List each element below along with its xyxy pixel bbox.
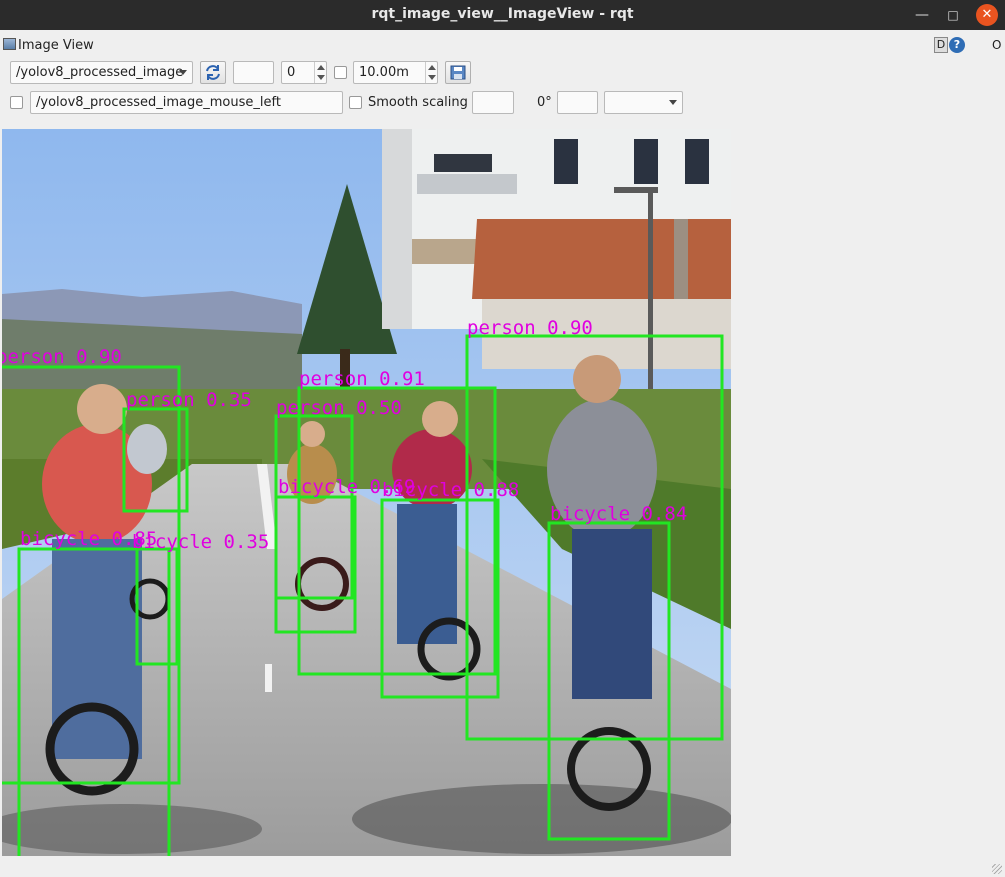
refresh-button[interactable] — [200, 61, 226, 84]
dock-button[interactable]: D — [934, 37, 948, 53]
refresh-icon — [206, 65, 220, 80]
detection-label: bicycle 0.35 — [132, 531, 269, 553]
mouse-topic-text: /yolov8_processed_image_mouse_left — [36, 95, 281, 110]
save-icon — [450, 65, 466, 80]
mouse-publish-checkbox[interactable] — [10, 96, 23, 109]
color-scheme-select[interactable] — [604, 91, 683, 114]
image-canvas[interactable]: person 0.90 person 0.35 person 0.91 pers… — [2, 129, 731, 856]
minimize-icon[interactable]: — — [912, 5, 932, 25]
smooth-scaling-label: Smooth scaling — [368, 95, 468, 110]
rotate-right-button[interactable] — [557, 91, 598, 114]
chevron-down-icon — [179, 70, 187, 75]
detection-label: person 0.91 — [299, 368, 425, 390]
plugin-title: Image View — [18, 38, 94, 53]
close-icon[interactable]: ✕ — [976, 4, 998, 26]
image-view-icon — [3, 38, 16, 50]
topic-select-value: /yolov8_processed_image — [16, 65, 184, 80]
detection-label: bicycle 0.88 — [382, 479, 519, 501]
plugin-header: Image View D ? O — [0, 34, 1005, 56]
detection-label: bicycle 0.84 — [550, 503, 687, 525]
help-icon[interactable]: ? — [949, 37, 965, 53]
value-spinbox[interactable]: 0 — [281, 61, 327, 84]
options-button[interactable]: O — [992, 37, 1001, 53]
rotate-left-button[interactable] — [472, 91, 514, 114]
distance-checkbox[interactable] — [334, 66, 347, 79]
mouse-topic-input[interactable]: /yolov8_processed_image_mouse_left — [30, 91, 343, 114]
value-spinbox-text: 0 — [287, 65, 296, 80]
detection-label: person 0.35 — [126, 389, 252, 411]
distance-spinbox[interactable]: 10.00m — [353, 61, 438, 84]
detection-label: person 0.90 — [467, 317, 593, 339]
maximize-icon[interactable]: □ — [943, 5, 963, 25]
save-image-button[interactable] — [445, 61, 471, 84]
chevron-down-icon — [669, 100, 677, 105]
resize-grip-icon[interactable] — [992, 864, 1002, 874]
window-titlebar: rqt_image_view__ImageView - rqt — □ ✕ — [0, 0, 1005, 30]
spin-arrows-icon[interactable] — [425, 62, 437, 83]
detection-label: person 0.90 — [2, 346, 122, 368]
spin-arrows-icon[interactable] — [314, 62, 326, 83]
camera-image: person 0.90 person 0.35 person 0.91 pers… — [2, 129, 731, 856]
blank-field[interactable] — [233, 61, 274, 84]
smooth-scaling-checkbox[interactable] — [349, 96, 362, 109]
detection-label: person 0.50 — [276, 397, 402, 419]
distance-spinbox-text: 10.00m — [359, 65, 409, 80]
rotation-label: 0° — [537, 95, 552, 110]
window-title: rqt_image_view__ImageView - rqt — [371, 6, 634, 22]
topic-select[interactable]: /yolov8_processed_image — [10, 61, 193, 84]
